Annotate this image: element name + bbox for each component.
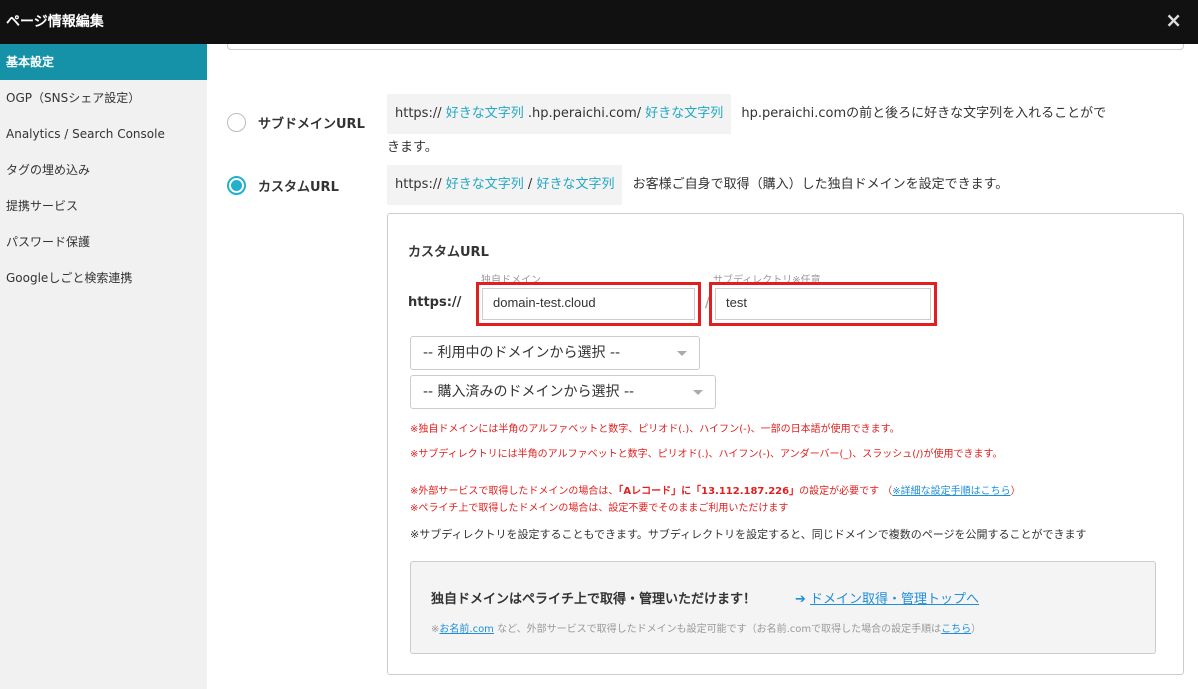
url-separator: / xyxy=(527,177,533,192)
sidebar-item-basic[interactable]: 基本設定 xyxy=(0,44,207,80)
sidebar-item-analytics[interactable]: Analytics / Search Console xyxy=(0,116,207,152)
main-content: サブドメインURL https:// 好きな文字列 .hp.peraichi.c… xyxy=(207,44,1198,689)
settings-sidebar: 基本設定 OGP（SNSシェア設定） Analytics / Search Co… xyxy=(0,44,207,689)
subdomain-url-description: hp.peraichi.comの前と後ろに好きな文字列を入れることがで xyxy=(741,106,1107,121)
close-icon[interactable]: × xyxy=(1165,8,1182,32)
in-use-domain-select-value: -- 利用中のドメインから選択 -- xyxy=(423,345,621,361)
domain-management-link-text: ドメイン取得・管理トップへ xyxy=(810,592,980,607)
domain-info-heading: 独自ドメインはペライチ上で取得・管理いただけます！ xyxy=(431,592,757,607)
a-record-value: 「Aレコード」に「13.112.187.226」 xyxy=(618,486,800,497)
custom-url-radio[interactable] xyxy=(227,176,246,195)
url-placeholder: 好きな文字列 xyxy=(445,177,524,192)
subdirectory-input[interactable]: test xyxy=(715,288,931,320)
subdirectory-rule-note: ※サブディレクトリには半角のアルファベットと数字、ピリオド(.)、ハイフン(-)… xyxy=(410,449,1003,460)
setup-guide-link[interactable]: ※詳細な設定手順はこちら xyxy=(892,486,1010,497)
custom-url-pattern: https:// 好きな文字列 / 好きな文字列 お客様ご自身で取得（購入）した… xyxy=(387,165,1177,205)
https-prefix-label: https:// xyxy=(408,295,462,310)
url-host: .hp.peraichi.com/ xyxy=(527,106,642,121)
onamae-guide-link[interactable]: こちら xyxy=(941,624,971,635)
subdirectory-input-highlight: test xyxy=(709,282,937,326)
sidebar-item-google-jobs[interactable]: Googleしごと検索連携 xyxy=(0,260,207,296)
domain-input-highlight: domain-test.cloud xyxy=(476,282,701,326)
custom-url-example: https:// 好きな文字列 / 好きな文字列 xyxy=(387,165,623,205)
subdirectory-multi-page-note: ※サブディレクトリを設定することもできます。サブディレクトリを設定すると、同じド… xyxy=(410,528,1087,541)
chevron-down-icon xyxy=(693,390,703,395)
onamae-link[interactable]: お名前.com xyxy=(439,624,494,635)
modal-header: ページ情報編集 × xyxy=(0,0,1198,44)
domain-management-link[interactable]: ➔ ドメイン取得・管理トップへ xyxy=(795,588,979,607)
peraichi-domain-note: ※ペライチ上で取得したドメインの場合は、設定不要でそのままご利用いただけます xyxy=(410,503,789,514)
custom-url-label: カスタムURL xyxy=(258,180,339,195)
sidebar-item-password[interactable]: パスワード保護 xyxy=(0,224,207,260)
sidebar-item-partners[interactable]: 提携サービス xyxy=(0,188,207,224)
purchased-domain-select[interactable]: -- 購入済みのドメインから選択 -- xyxy=(410,375,716,409)
note-text: ※外部サービスで取得したドメインの場合は、 xyxy=(410,486,619,497)
subdomain-url-radio[interactable] xyxy=(227,113,246,132)
note-text: など、外部サービスで取得したドメインも設定可能です（お名前.comで取得した場合… xyxy=(493,624,942,635)
url-prefix: https:// xyxy=(395,177,442,192)
custom-url-panel-title: カスタムURL xyxy=(408,245,489,260)
external-domain-note: ※外部サービスで取得したドメインの場合は、「Aレコード」に「13.112.187… xyxy=(410,482,1021,497)
subdomain-url-description-cont: きます。 xyxy=(387,140,438,155)
in-use-domain-select[interactable]: -- 利用中のドメインから選択 -- xyxy=(410,336,700,370)
purchased-domain-select-value: -- 購入済みのドメインから選択 -- xyxy=(423,384,635,400)
subdomain-url-example: https:// 好きな文字列 .hp.peraichi.com/ 好きな文字列 xyxy=(387,94,732,134)
url-placeholder: 好きな文字列 xyxy=(445,106,524,121)
subdomain-url-option[interactable]: サブドメインURL xyxy=(227,113,365,132)
custom-url-description: お客様ご自身で取得（購入）した独自ドメインを設定できます。 xyxy=(632,177,1009,192)
modal-title: ページ情報編集 xyxy=(6,14,104,30)
domain-input[interactable]: domain-test.cloud xyxy=(482,288,695,320)
domain-rule-note: ※独自ドメインには半角のアルファベットと数字、ピリオド(.)、ハイフン(-)、一… xyxy=(410,424,900,435)
url-placeholder: 好きな文字列 xyxy=(536,177,615,192)
sidebar-item-tags[interactable]: タグの埋め込み xyxy=(0,152,207,188)
subdomain-url-pattern: https:// 好きな文字列 .hp.peraichi.com/ 好きな文字列… xyxy=(387,94,1177,155)
subdomain-url-label: サブドメインURL xyxy=(258,117,365,132)
domain-info-box: 独自ドメインはペライチ上で取得・管理いただけます！ ➔ ドメイン取得・管理トップ… xyxy=(410,561,1156,654)
note-text: ） xyxy=(1010,486,1021,497)
domain-info-subtext: ※お名前.com など、外部サービスで取得したドメインも設定可能です（お名前.c… xyxy=(431,620,981,635)
sidebar-item-ogp[interactable]: OGP（SNSシェア設定） xyxy=(0,80,207,116)
url-prefix: https:// xyxy=(395,106,442,121)
chevron-down-icon xyxy=(677,351,687,356)
arrow-right-icon: ➔ xyxy=(795,592,806,607)
note-text: ） xyxy=(971,624,982,635)
url-placeholder: 好きな文字列 xyxy=(645,106,724,121)
custom-url-panel: カスタムURL 独自ドメイン サブディレクトリ※任意 https:// doma… xyxy=(387,213,1184,675)
note-text: の設定が必要です （ xyxy=(799,486,893,497)
previous-field-edge xyxy=(227,44,1184,50)
custom-url-option[interactable]: カスタムURL xyxy=(227,176,339,195)
